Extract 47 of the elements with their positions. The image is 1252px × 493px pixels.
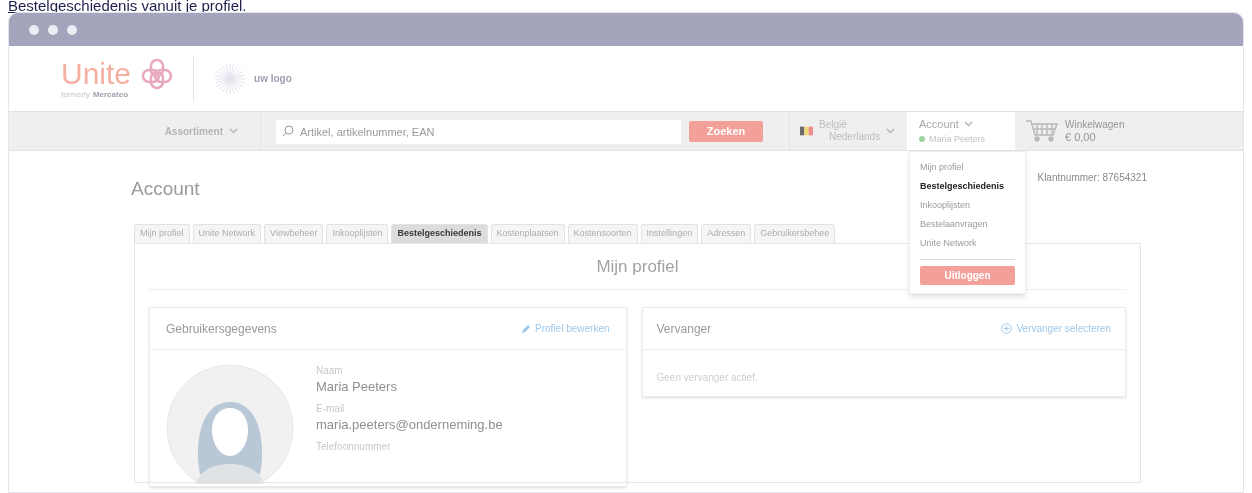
field-value: Maria Peeters [316,378,398,396]
partner-logo-text: uw logo [254,72,292,86]
plus-circle-icon [1001,323,1013,334]
tab[interactable]: Unite Network [192,224,262,243]
search-button[interactable]: Zoeken [689,120,763,142]
select-substitute-link[interactable]: Vervanger selecteren [1001,321,1111,336]
cart-total: € 0,00 [1065,131,1097,143]
account-button[interactable]: Account Maria Peeters [907,112,1015,150]
chevron-down-icon [229,128,238,134]
search-field[interactable]: Artikel, artikelnummer, EAN [276,120,681,144]
chevron-down-icon [886,128,896,134]
tab[interactable]: Instellingen [640,224,699,243]
panel-title: Mijn profiel [596,255,679,278]
tab[interactable]: Gebruikersbehee [754,224,836,243]
brand-knot-icon [141,57,174,90]
field-value: maria.peeters@onderneming.be [316,416,503,434]
pencil-icon [521,323,532,334]
chevron-down-icon [963,121,973,128]
tab[interactable]: Bestelgeschiedenis [391,224,488,243]
menu-item[interactable]: Unite Network [920,234,1015,253]
starburst-logo-icon [214,62,247,95]
tab[interactable]: Viewbeheer [264,224,324,243]
logout-button[interactable]: Uitloggen [920,266,1015,285]
assortment-menu-button[interactable]: Assortiment [9,112,261,150]
caption-link[interactable]: Bestelgeschiedenis [8,0,138,14]
brand-sub-name: Mercateo [92,89,128,100]
search-icon [282,125,294,137]
page-title: Account [131,177,200,201]
shopping-cart-icon [1025,119,1059,143]
menu-item[interactable]: Inkooplijsten [920,196,1015,215]
card-title: Vervanger [656,320,712,338]
account-label: Account [919,117,959,132]
menu-item[interactable]: Mijn profiel [920,158,1015,177]
brand-name: Unite [61,58,132,89]
tab[interactable]: Mijn profiel [134,224,190,243]
edit-profile-link[interactable]: Profiel bewerken [521,321,610,336]
cart-label: Winkelwagen [1065,119,1125,131]
menu-item[interactable]: Bestelgeschiedenis [920,177,1015,196]
customer-number: Klantnummer: 87654321 [1037,171,1147,185]
tab[interactable]: Kostensoorten [567,224,638,243]
tab[interactable]: Adressen [701,224,752,243]
menu-item[interactable]: Bestelaanvragen [920,215,1015,234]
card-title: Gebruikersgegevens [166,320,277,338]
account-user: Maria Peeters [929,132,986,146]
tab[interactable]: Kostenplaatsen [490,224,565,243]
tab[interactable]: Inkooplijsten [326,224,389,243]
flag-icon [800,126,813,136]
